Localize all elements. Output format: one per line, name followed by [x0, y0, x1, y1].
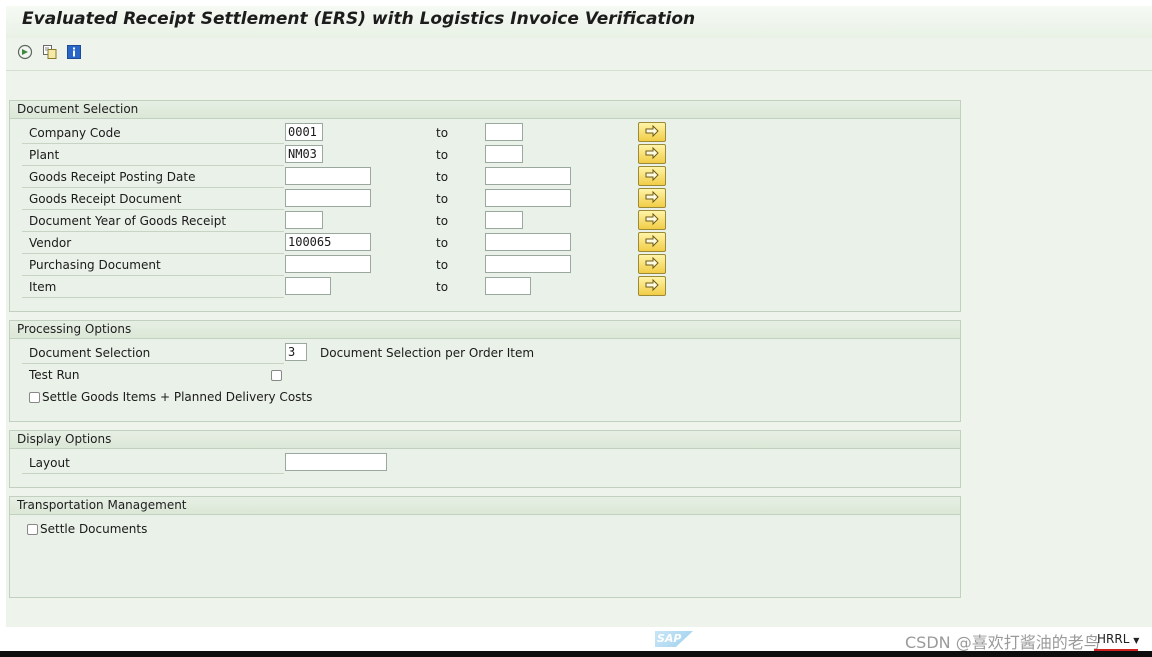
- field-label: Purchasing Document: [22, 255, 284, 276]
- field-label: Item: [22, 277, 284, 298]
- document-selection-input[interactable]: 3: [285, 343, 307, 361]
- layout-input[interactable]: [285, 453, 387, 471]
- group-header: Display Options: [10, 431, 960, 449]
- multiple-selection-button[interactable]: [638, 144, 666, 164]
- get-variant-icon[interactable]: [41, 43, 59, 61]
- info-icon[interactable]: [65, 43, 83, 61]
- settle-documents-label: Settle Documents: [40, 522, 148, 536]
- to-label: to: [436, 236, 449, 250]
- document-year-to-input[interactable]: [485, 211, 523, 229]
- settle-documents-checkbox[interactable]: [27, 524, 38, 535]
- gr-posting-date-from-input[interactable]: [285, 167, 371, 185]
- application-toolbar: [6, 38, 1152, 71]
- multiple-selection-button[interactable]: [638, 254, 666, 274]
- multiple-selection-button[interactable]: [638, 210, 666, 230]
- to-label: to: [436, 280, 449, 294]
- to-label: to: [436, 258, 449, 272]
- item-to-input[interactable]: [485, 277, 531, 295]
- plant-from-input[interactable]: NM03: [285, 145, 323, 163]
- company-code-to-input[interactable]: [485, 123, 523, 141]
- purchasing-document-from-input[interactable]: [285, 255, 371, 273]
- to-label: to: [436, 214, 449, 228]
- gr-document-to-input[interactable]: [485, 189, 571, 207]
- field-label: Plant: [22, 145, 284, 166]
- bottom-border: [0, 651, 1152, 657]
- document-selection-group: Document Selection Company Code 0001 to …: [9, 100, 961, 312]
- transportation-management-group: Transportation Management Settle Documen…: [9, 496, 961, 598]
- vendor-to-input[interactable]: [485, 233, 571, 251]
- group-header: Transportation Management: [10, 497, 960, 515]
- field-label: Document Selection: [22, 343, 284, 364]
- group-header: Document Selection: [10, 101, 960, 119]
- multiple-selection-button[interactable]: [638, 232, 666, 252]
- gr-document-from-input[interactable]: [285, 189, 371, 207]
- chevron-down-icon: ▼: [1133, 636, 1140, 645]
- display-options-group: Display Options Layout: [9, 430, 961, 488]
- sap-logo: SAP: [655, 631, 693, 647]
- watermark: CSDN @喜欢打酱油的老鸟: [905, 633, 1100, 652]
- company-code-from-input[interactable]: 0001: [285, 123, 323, 141]
- gr-posting-date-to-input[interactable]: [485, 167, 571, 185]
- plant-to-input[interactable]: [485, 145, 523, 163]
- arrow-right-icon: [645, 169, 659, 182]
- settle-goods-label: Settle Goods Items + Planned Delivery Co…: [42, 390, 313, 404]
- processing-options-group: Processing Options Document Selection 3 …: [9, 320, 961, 422]
- item-from-input[interactable]: [285, 277, 331, 295]
- arrow-right-icon: [645, 213, 659, 226]
- multiple-selection-button[interactable]: [638, 188, 666, 208]
- test-run-checkbox[interactable]: [271, 370, 282, 381]
- multiple-selection-button[interactable]: [638, 166, 666, 186]
- purchasing-document-to-input[interactable]: [485, 255, 571, 273]
- selection-screen: Document Selection Company Code 0001 to …: [6, 71, 1152, 627]
- to-label: to: [436, 170, 449, 184]
- settle-goods-checkbox[interactable]: [29, 392, 40, 403]
- to-label: to: [436, 148, 449, 162]
- execute-icon[interactable]: [16, 43, 34, 61]
- document-year-from-input[interactable]: [285, 211, 323, 229]
- arrow-right-icon: [645, 147, 659, 160]
- title-bar: Evaluated Receipt Settlement (ERS) with …: [6, 6, 1152, 39]
- field-label: Layout: [22, 453, 284, 474]
- multiple-selection-button[interactable]: [638, 276, 666, 296]
- field-label: Goods Receipt Posting Date: [22, 167, 284, 188]
- multiple-selection-button[interactable]: [638, 122, 666, 142]
- field-label: Vendor: [22, 233, 284, 254]
- field-label: Document Year of Goods Receipt: [22, 211, 284, 232]
- field-label: Company Code: [22, 123, 284, 144]
- to-label: to: [436, 126, 449, 140]
- arrow-right-icon: [645, 279, 659, 292]
- arrow-right-icon: [645, 125, 659, 138]
- group-header: Processing Options: [10, 321, 960, 339]
- field-label: Goods Receipt Document: [22, 189, 284, 210]
- arrow-right-icon: [645, 257, 659, 270]
- vendor-from-input[interactable]: 100065: [285, 233, 371, 251]
- page-title: Evaluated Receipt Settlement (ERS) with …: [22, 9, 696, 29]
- system-info[interactable]: HRRL ▼: [1094, 632, 1140, 651]
- arrow-right-icon: [645, 235, 659, 248]
- arrow-right-icon: [645, 191, 659, 204]
- test-run-label: Test Run: [29, 368, 80, 382]
- document-selection-description: Document Selection per Order Item: [320, 346, 535, 360]
- system-id: HRRL: [1097, 632, 1130, 646]
- to-label: to: [436, 192, 449, 206]
